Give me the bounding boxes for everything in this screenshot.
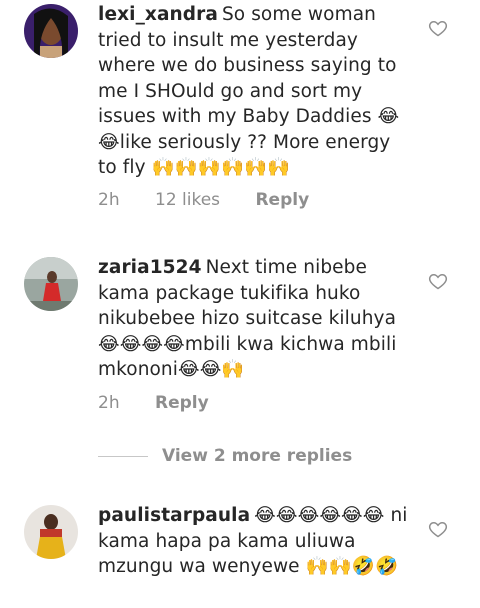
comment-text: lexi_xandra So some woman tried to insult… — [98, 2, 410, 181]
heart-outline-icon[interactable] — [428, 271, 448, 291]
likes-count[interactable]: 12 likes — [155, 190, 220, 210]
avatar[interactable] — [24, 4, 78, 58]
view-more-label[interactable]: View 2 more replies — [162, 446, 352, 466]
reply-button[interactable]: Reply — [155, 393, 209, 413]
avatar[interactable] — [24, 257, 78, 311]
avatar[interactable] — [24, 505, 78, 559]
timestamp: 2h — [98, 190, 120, 210]
username[interactable]: lexi_xandra — [98, 4, 218, 25]
comment-body: So some woman tried to insult me yesterd… — [98, 4, 400, 178]
comment-text: paulistarpaula 😂😂😂😂😂😂 ni kama hapa pa kam… — [98, 503, 410, 580]
comment-text: zaria1524 Next time nibebe kama package t… — [98, 255, 410, 383]
comment-meta: 2h Reply — [98, 393, 239, 413]
heart-outline-icon[interactable] — [428, 519, 448, 539]
username[interactable]: paulistarpaula — [98, 505, 250, 526]
reply-button[interactable]: Reply — [255, 190, 309, 210]
divider — [98, 455, 148, 457]
username[interactable]: zaria1524 — [98, 257, 202, 278]
timestamp: 2h — [98, 393, 120, 413]
comment-meta: 2h 12 likes Reply — [98, 190, 339, 210]
view-more-replies[interactable]: View 2 more replies — [98, 446, 352, 466]
heart-outline-icon[interactable] — [428, 18, 448, 38]
